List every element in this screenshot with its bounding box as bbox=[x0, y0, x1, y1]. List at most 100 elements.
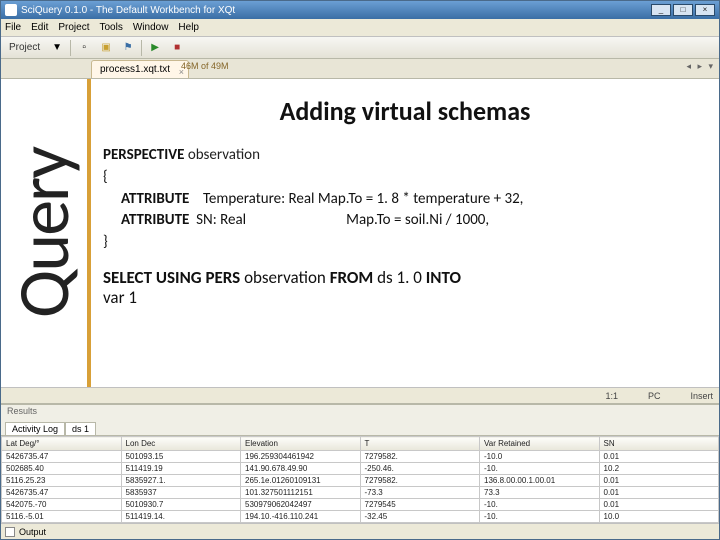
window-title: SciQuery 0.1.0 - The Default Workbench f… bbox=[21, 5, 235, 16]
table-cell: 5426735.47 bbox=[2, 487, 122, 499]
table-row[interactable]: 5426735.475835937101.327501112151-73.373… bbox=[2, 487, 719, 499]
table-row[interactable]: 542075.-705010930.7530979062042497727954… bbox=[2, 499, 719, 511]
results-tab-log[interactable]: Activity Log bbox=[5, 422, 65, 435]
brace-open: { bbox=[103, 167, 707, 189]
project-dropdown-icon[interactable]: ▼ bbox=[48, 40, 66, 56]
table-cell: 0.01 bbox=[599, 451, 719, 463]
cursor-position: 1:1 bbox=[605, 391, 618, 401]
output-bar[interactable]: Output bbox=[1, 523, 719, 539]
output-label: Output bbox=[19, 527, 46, 537]
menu-window[interactable]: Window bbox=[133, 22, 169, 33]
table-cell: 196.259304461942 bbox=[241, 451, 361, 463]
results-title: Results bbox=[1, 405, 719, 419]
table-cell: 5010930.7 bbox=[121, 499, 241, 511]
menu-bar: File Edit Project Tools Window Help bbox=[1, 19, 719, 37]
table-cell: 101.327501112151 bbox=[241, 487, 361, 499]
table-cell: 73.3 bbox=[480, 487, 600, 499]
table-cell: 542075.-70 bbox=[2, 499, 122, 511]
table-row[interactable]: 5116.25.235835927.1.265.1e.0126010913172… bbox=[2, 475, 719, 487]
table-row[interactable]: 5116.-5.01511419.14.194.10.-416.110.241-… bbox=[2, 511, 719, 523]
editor-content[interactable]: Adding virtual schemas PERSPECTIVE obser… bbox=[91, 79, 719, 387]
attr2-map: Map.To = soil.Ni / 1000, bbox=[346, 210, 489, 232]
sel-var: var 1 bbox=[103, 287, 137, 308]
minimize-button[interactable]: _ bbox=[651, 4, 671, 16]
table-cell: 511419.14. bbox=[121, 511, 241, 523]
close-button[interactable]: × bbox=[695, 4, 715, 16]
sel-obs: observation bbox=[240, 267, 329, 288]
table-cell: 0.01 bbox=[599, 487, 719, 499]
table-cell: 511419.19 bbox=[121, 463, 241, 475]
table-row[interactable]: 502685.40511419.19141.90.678.49.90-250.4… bbox=[2, 463, 719, 475]
toolbar: Project ▼ ▫ ▣ ⚑ ▶ ■ bbox=[1, 37, 719, 59]
encoding-label: PC bbox=[648, 391, 661, 401]
column-header[interactable]: Elevation bbox=[241, 437, 361, 451]
results-pane: Results Activity Log ds 1 Lat Deg/°Lon D… bbox=[1, 403, 719, 523]
editor-tab-active[interactable]: process1.xqt.txt × bbox=[91, 60, 189, 78]
tab-nav-buttons[interactable]: ◂ ▸ ▾ bbox=[686, 61, 715, 72]
menu-project[interactable]: Project bbox=[58, 22, 89, 33]
maximize-button[interactable]: □ bbox=[673, 4, 693, 16]
run-icon[interactable]: ▶ bbox=[146, 40, 164, 56]
column-header[interactable]: Lat Deg/° bbox=[2, 437, 122, 451]
column-header[interactable]: Lon Dec bbox=[121, 437, 241, 451]
table-cell: 5835927.1. bbox=[121, 475, 241, 487]
table-cell: 141.90.678.49.90 bbox=[241, 463, 361, 475]
tab-label: process1.xqt.txt bbox=[100, 64, 170, 75]
column-header[interactable]: T bbox=[360, 437, 480, 451]
sel-kw2: FROM bbox=[330, 267, 374, 288]
editor-status-bar: 1:1 PC Insert bbox=[1, 387, 719, 403]
table-cell: -73.3 bbox=[360, 487, 480, 499]
menu-help[interactable]: Help bbox=[178, 22, 199, 33]
menu-file[interactable]: File bbox=[5, 22, 21, 33]
keyword-perspective: PERSPECTIVE bbox=[103, 146, 184, 164]
brace-close: } bbox=[103, 232, 707, 254]
data-table: Lat Deg/°Lon DecElevationTVar RetainedSN… bbox=[1, 436, 719, 523]
table-cell: -250.46. bbox=[360, 463, 480, 475]
table-cell: 5835937 bbox=[121, 487, 241, 499]
slide-heading: Adding virtual schemas bbox=[103, 95, 707, 127]
table-cell: 5426735.47 bbox=[2, 451, 122, 463]
table-cell: 10.2 bbox=[599, 463, 719, 475]
table-cell: 265.1e.01260109131 bbox=[241, 475, 361, 487]
select-statement: SELECT USING PERS observation FROM ds 1.… bbox=[103, 268, 707, 309]
table-row[interactable]: 5426735.47501093.15196.25930446194272795… bbox=[2, 451, 719, 463]
menu-edit[interactable]: Edit bbox=[31, 22, 48, 33]
table-cell: 7279545 bbox=[360, 499, 480, 511]
table-cell: 501093.15 bbox=[121, 451, 241, 463]
toolbar-separator bbox=[141, 40, 142, 56]
table-cell: 7279582. bbox=[360, 475, 480, 487]
editor-tab-strip: process1.xqt.txt × 46M of 49M ◂ ▸ ▾ bbox=[1, 59, 719, 79]
table-cell: 530979062042497 bbox=[241, 499, 361, 511]
table-cell: 5116.-5.01 bbox=[2, 511, 122, 523]
column-header[interactable]: SN bbox=[599, 437, 719, 451]
open-folder-icon[interactable]: ▣ bbox=[97, 40, 115, 56]
save-icon[interactable]: ⚑ bbox=[119, 40, 137, 56]
menu-tools[interactable]: Tools bbox=[99, 22, 122, 33]
table-cell: 502685.40 bbox=[2, 463, 122, 475]
table-cell: 0.01 bbox=[599, 499, 719, 511]
memory-indicator: 46M of 49M bbox=[181, 61, 229, 71]
sidebar-word: Query bbox=[0, 148, 88, 318]
table-cell: -10. bbox=[480, 463, 600, 475]
table-cell: -32.45 bbox=[360, 511, 480, 523]
insert-mode: Insert bbox=[690, 391, 713, 401]
table-cell: -10. bbox=[480, 499, 600, 511]
main-area: Query Adding virtual schemas PERSPECTIVE… bbox=[1, 79, 719, 387]
table-cell: 136.8.00.00.1.00.01 bbox=[480, 475, 600, 487]
column-header[interactable]: Var Retained bbox=[480, 437, 600, 451]
keyword-attribute: ATTRIBUTE bbox=[121, 190, 189, 208]
table-cell: 0.01 bbox=[599, 475, 719, 487]
results-tabs: Activity Log ds 1 bbox=[1, 419, 719, 435]
window-controls: _ □ × bbox=[651, 4, 715, 16]
results-tab-ds1[interactable]: ds 1 bbox=[65, 422, 96, 435]
attr2-name: SN: Real bbox=[196, 210, 346, 232]
output-icon bbox=[5, 527, 15, 537]
project-label: Project bbox=[5, 42, 44, 53]
table-cell: -10. bbox=[480, 511, 600, 523]
sel-kw1: SELECT USING PERS bbox=[103, 267, 240, 288]
new-file-icon[interactable]: ▫ bbox=[75, 40, 93, 56]
table-cell: 5116.25.23 bbox=[2, 475, 122, 487]
results-grid[interactable]: Lat Deg/°Lon DecElevationTVar RetainedSN… bbox=[1, 435, 719, 523]
stop-icon[interactable]: ■ bbox=[168, 40, 186, 56]
app-window: SciQuery 0.1.0 - The Default Workbench f… bbox=[0, 0, 720, 540]
